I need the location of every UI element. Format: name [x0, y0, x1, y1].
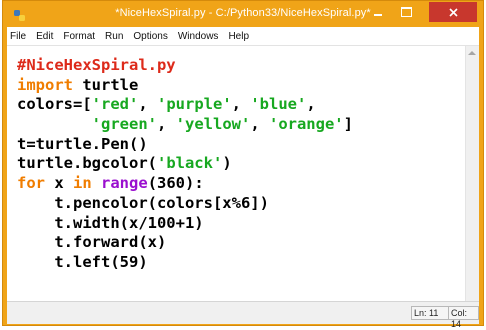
maximize-button[interactable]: [393, 2, 419, 22]
code-token-plain: colors=[: [17, 95, 92, 114]
minimize-icon: [374, 14, 382, 16]
menu-options[interactable]: Options: [128, 31, 172, 42]
code-token-comment: #NiceHexSpiral.py: [17, 56, 176, 74]
code-token-plain: ]: [343, 115, 353, 134]
code-token-plain: ,: [231, 95, 251, 114]
code-token-keyword: for: [17, 174, 45, 193]
menu-windows[interactable]: Windows: [173, 31, 224, 42]
code-token-plain: t.left(59): [17, 252, 148, 271]
code-line[interactable]: t.pencolor(colors[x%6]): [17, 194, 353, 214]
idle-editor-window: *NiceHexSpiral.py - C:/Python33/NiceHexS…: [2, 0, 484, 329]
code-token-plain: x: [45, 174, 73, 193]
minimize-button[interactable]: [365, 2, 391, 22]
close-button[interactable]: [429, 2, 477, 22]
code-token-plain: t=turtle.Pen(): [17, 134, 148, 153]
code-token-plain: (360):: [147, 174, 204, 193]
code-token-string: 'yellow': [175, 115, 251, 134]
title-bar[interactable]: *NiceHexSpiral.py - C:/Python33/NiceHexS…: [3, 1, 483, 27]
code-token-plain: ,: [156, 115, 176, 134]
menu-bar: File Edit Format Run Options Windows Hel…: [7, 27, 479, 45]
code-line[interactable]: t.width(x/100+1): [17, 214, 353, 234]
code-token-string: 'red': [91, 95, 139, 114]
menu-edit[interactable]: Edit: [31, 31, 58, 42]
code-token-plain: ,: [138, 95, 157, 114]
code-line[interactable]: t=turtle.Pen(): [17, 135, 353, 155]
code-token-plain: t.forward(x): [17, 233, 167, 252]
status-line-number: Ln: 11: [411, 306, 449, 320]
menu-help[interactable]: Help: [223, 31, 254, 42]
code-token-plain: ,: [250, 115, 269, 134]
code-line[interactable]: t.left(59): [17, 253, 353, 273]
code-token-string: 'green': [91, 115, 157, 134]
close-icon: [448, 7, 458, 17]
code-token-plain: ,: [306, 95, 316, 114]
code-line[interactable]: t.forward(x): [17, 233, 353, 253]
status-column-number: Col: 14: [448, 306, 479, 329]
code-token-string: 'blue': [250, 95, 307, 114]
code-line[interactable]: #NiceHexSpiral.py: [17, 56, 353, 76]
code-token-string: 'black': [156, 154, 223, 173]
code-token-keyword: import: [17, 75, 73, 94]
code-line[interactable]: colors=['red', 'purple', 'blue',: [17, 95, 353, 115]
code-line[interactable]: for x in range(360):: [17, 174, 353, 194]
code-token-builtin: range: [101, 174, 148, 193]
code-line[interactable]: 'green', 'yellow', 'orange']: [17, 115, 353, 135]
maximize-icon: [400, 7, 412, 17]
code-token-plain: t.width(x/100+1): [17, 213, 204, 232]
code-editor[interactable]: #NiceHexSpiral.py import turtle colors=['r…: [7, 45, 479, 302]
code-text[interactable]: #NiceHexSpiral.py import turtle colors=['r…: [17, 56, 353, 273]
menu-format[interactable]: Format: [58, 31, 100, 42]
menu-run[interactable]: Run: [100, 31, 128, 42]
code-line[interactable]: turtle.bgcolor('black'): [17, 154, 353, 174]
code-token-plain: turtle: [73, 75, 139, 94]
code-token-string: 'purple': [157, 95, 232, 114]
code-token-plain: ): [222, 154, 232, 173]
code-line[interactable]: import turtle: [17, 76, 353, 96]
code-token-plain: t.pencolor(colors[x%6]): [17, 193, 269, 212]
status-bar: Ln: 11 Col: 14: [7, 301, 479, 329]
code-token-keyword: in: [73, 174, 92, 193]
code-token-plain: turtle.bgcolor(: [17, 154, 157, 173]
vertical-scrollbar[interactable]: [465, 46, 479, 302]
menu-file[interactable]: File: [7, 31, 31, 42]
scroll-up-arrow-icon[interactable]: [468, 51, 476, 55]
code-token-string: 'orange': [268, 115, 344, 134]
